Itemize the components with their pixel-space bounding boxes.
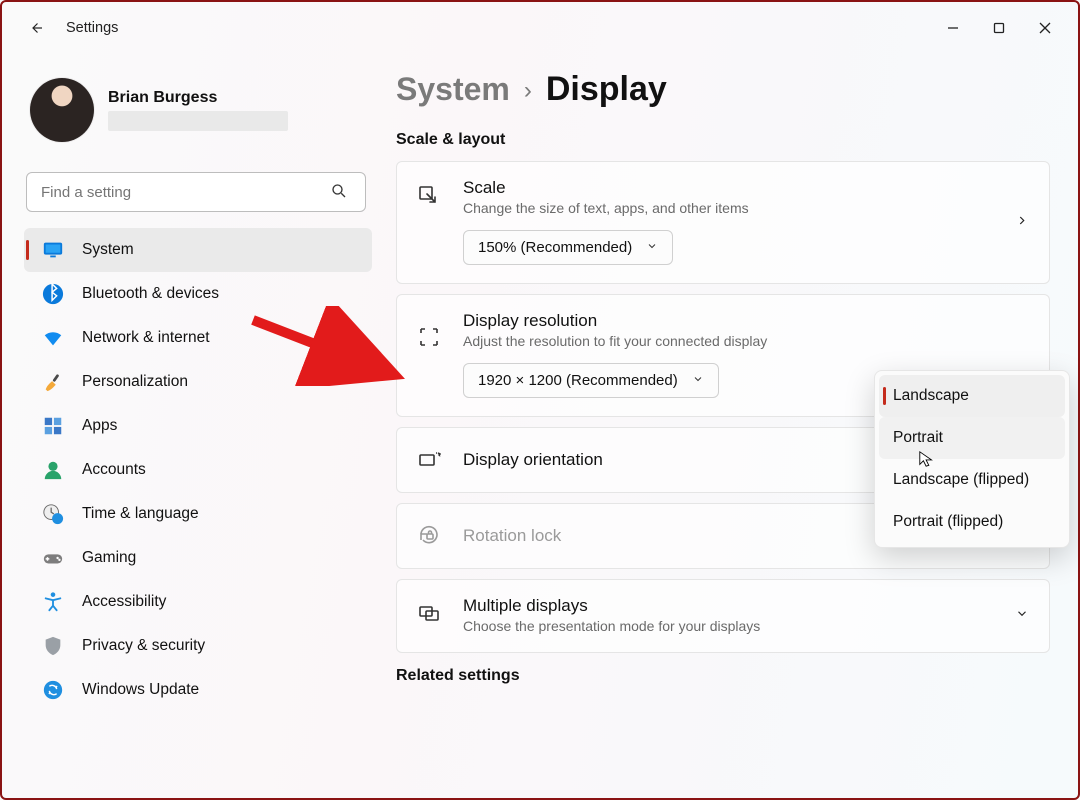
search-wrap — [26, 172, 368, 212]
sidebar: Brian Burgess System Bluetooth & devices N… — [2, 54, 382, 798]
sidebar-item-accounts[interactable]: Accounts — [24, 448, 372, 492]
sidebar-item-label: Accounts — [82, 461, 146, 479]
sidebar-item-label: Accessibility — [82, 593, 166, 611]
user-name: Brian Burgess — [108, 89, 366, 107]
avatar — [30, 78, 94, 142]
chevron-down-icon — [1015, 607, 1029, 626]
resolution-icon — [417, 325, 441, 349]
search-input[interactable] — [26, 172, 366, 212]
multiple-displays-icon — [417, 602, 441, 626]
breadcrumb-separator-icon: › — [524, 77, 532, 105]
shield-icon — [42, 635, 64, 657]
sidebar-item-system[interactable]: System — [24, 228, 372, 272]
close-icon — [1039, 22, 1051, 34]
minimize-button[interactable] — [930, 12, 976, 44]
maximize-button[interactable] — [976, 12, 1022, 44]
user-email-redacted — [108, 111, 288, 131]
sidebar-item-label: System — [82, 241, 134, 259]
breadcrumb-root[interactable]: System — [396, 71, 510, 108]
resolution-sub: Adjust the resolution to fit your connec… — [463, 333, 1029, 349]
orientation-option-landscape[interactable]: Landscape — [879, 375, 1065, 417]
sidebar-item-windows-update[interactable]: Windows Update — [24, 668, 372, 712]
accessibility-icon — [42, 591, 64, 613]
rotation-lock-icon — [417, 524, 441, 548]
close-button[interactable] — [1022, 12, 1068, 44]
bluetooth-icon — [42, 283, 64, 305]
scale-dropdown[interactable]: 150% (Recommended) — [463, 230, 673, 265]
sidebar-item-label: Apps — [82, 417, 117, 435]
user-header[interactable]: Brian Burgess — [24, 72, 372, 158]
scale-icon — [417, 184, 441, 208]
orientation-icon — [417, 448, 441, 472]
sidebar-item-accessibility[interactable]: Accessibility — [24, 580, 372, 624]
sidebar-item-label: Personalization — [82, 373, 188, 391]
chevron-down-icon — [692, 372, 704, 389]
back-arrow-icon — [27, 19, 45, 37]
section-heading-related: Related settings — [396, 667, 1050, 685]
sidebar-item-label: Bluetooth & devices — [82, 285, 219, 303]
orientation-option-portrait-flipped[interactable]: Portrait (flipped) — [879, 501, 1065, 543]
page-title: Display — [546, 70, 667, 109]
main: System › Display Scale & layout Scale Ch… — [382, 54, 1078, 798]
sidebar-item-label: Network & internet — [82, 329, 210, 347]
monitor-icon — [42, 239, 64, 261]
resolution-dropdown-value: 1920 × 1200 (Recommended) — [478, 372, 678, 389]
orientation-popup: LandscapePortraitLandscape (flipped)Port… — [874, 370, 1070, 548]
multiple-displays-card[interactable]: Multiple displays Choose the presentatio… — [396, 579, 1050, 653]
maximize-icon — [993, 22, 1005, 34]
gamepad-icon — [42, 547, 64, 569]
scale-title: Scale — [463, 178, 1029, 198]
multiple-displays-title: Multiple displays — [463, 596, 1029, 616]
minimize-icon — [947, 22, 959, 34]
app-title: Settings — [66, 20, 118, 36]
sidebar-item-gaming[interactable]: Gaming — [24, 536, 372, 580]
breadcrumb: System › Display — [396, 70, 1050, 109]
orientation-option-portrait[interactable]: Portrait — [879, 417, 1065, 459]
sidebar-item-time-language[interactable]: Time & language — [24, 492, 372, 536]
scale-dropdown-value: 150% (Recommended) — [478, 239, 632, 256]
sidebar-item-label: Windows Update — [82, 681, 199, 699]
sidebar-item-privacy-security[interactable]: Privacy & security — [24, 624, 372, 668]
resolution-dropdown[interactable]: 1920 × 1200 (Recommended) — [463, 363, 719, 398]
sidebar-item-apps[interactable]: Apps — [24, 404, 372, 448]
sidebar-item-label: Gaming — [82, 549, 136, 567]
window-controls — [930, 12, 1068, 44]
scale-sub: Change the size of text, apps, and other… — [463, 200, 1029, 216]
person-icon — [42, 459, 64, 481]
nav: System Bluetooth & devices Network & inter… — [24, 228, 372, 712]
chevron-down-icon — [646, 239, 658, 256]
scale-card[interactable]: Scale Change the size of text, apps, and… — [396, 161, 1050, 284]
sidebar-item-label: Time & language — [82, 505, 199, 523]
multiple-displays-sub: Choose the presentation mode for your di… — [463, 618, 1029, 634]
orientation-option-landscape-flipped[interactable]: Landscape (flipped) — [879, 459, 1065, 501]
back-button[interactable] — [24, 16, 48, 40]
chevron-right-icon — [1015, 213, 1029, 232]
section-heading-scale-layout: Scale & layout — [396, 131, 1050, 149]
sidebar-item-personalization[interactable]: Personalization — [24, 360, 372, 404]
wifi-icon — [42, 327, 64, 349]
sidebar-item-bluetooth-devices[interactable]: Bluetooth & devices — [24, 272, 372, 316]
brush-icon — [42, 371, 64, 393]
sync-icon — [42, 679, 64, 701]
apps-icon — [42, 415, 64, 437]
clock-globe-icon — [42, 503, 64, 525]
resolution-title: Display resolution — [463, 311, 1029, 331]
sidebar-item-label: Privacy & security — [82, 637, 205, 655]
sidebar-item-network-internet[interactable]: Network & internet — [24, 316, 372, 360]
title-bar: Settings — [2, 2, 1078, 54]
